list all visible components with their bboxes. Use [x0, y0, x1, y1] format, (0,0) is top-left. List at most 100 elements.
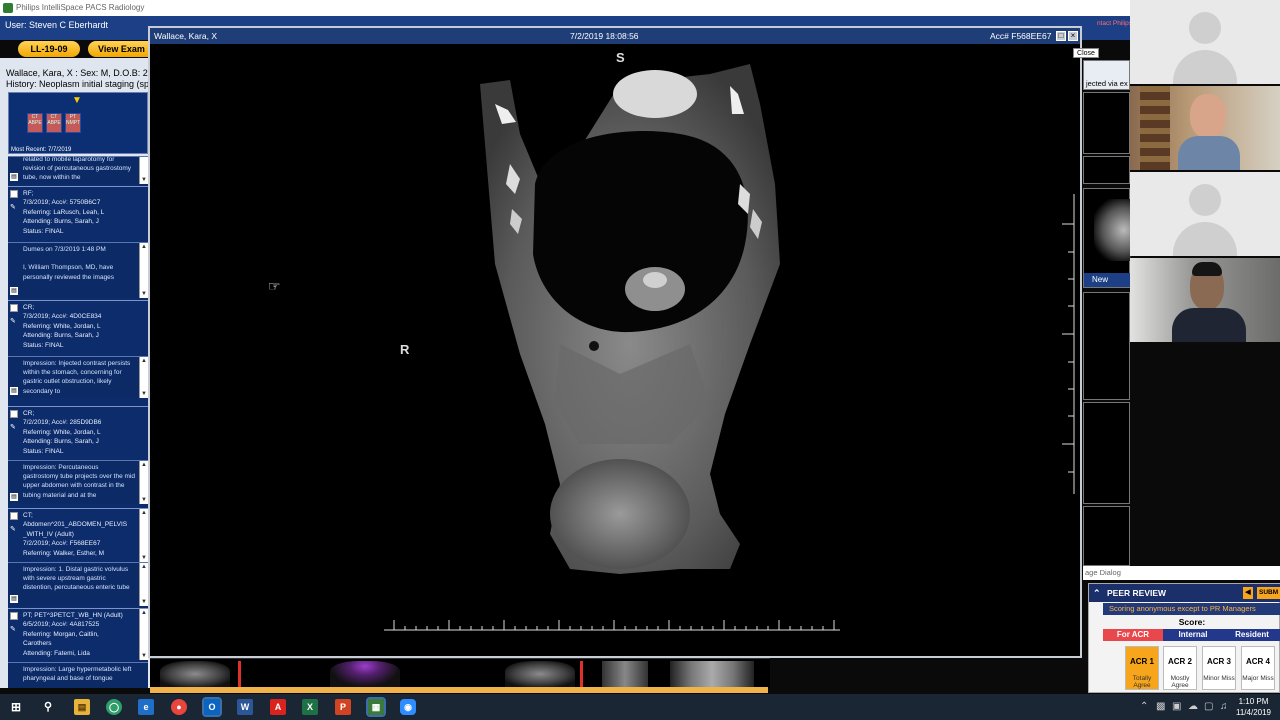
scrollbar[interactable]: ▲ ▼ — [139, 509, 148, 562]
ct-image-canvas[interactable]: S R ☞ — [150, 44, 1080, 656]
series-thumbnail[interactable] — [160, 661, 230, 687]
history-impression[interactable]: Impression: Injected contrast persists w… — [8, 356, 148, 398]
history-entry[interactable]: ✎ CR; 7/3/2019; Acc#: 4D0CE834 Referring… — [8, 300, 148, 349]
scrollbar[interactable]: ▲ ▼ — [139, 609, 148, 660]
hair — [1192, 262, 1222, 276]
report-icon[interactable]: ▤ — [10, 387, 18, 395]
right-thumbnail-pane[interactable]: New — [1083, 188, 1131, 288]
entry-checkbox[interactable] — [10, 410, 18, 418]
chrome-icon[interactable]: ● — [171, 699, 187, 715]
edit-pencil-icon[interactable]: ✎ — [10, 423, 18, 431]
history-impression[interactable]: Impression: Large hypermetabolic left ph… — [8, 662, 148, 688]
participant-tile[interactable] — [1130, 0, 1280, 84]
search-icon[interactable]: ⚲ — [40, 699, 56, 715]
app-title: Philips IntelliSpace PACS Radiology — [16, 3, 145, 12]
tray-cloud-icon[interactable]: ☁ — [1188, 701, 1198, 712]
current-exam-arrow-icon: ▼ — [72, 95, 82, 106]
timeline-exam-3[interactable]: PT NMPT — [65, 113, 81, 133]
history-entry[interactable]: ✎ RF; 7/3/2019; Acc#: 5750B6C7 Referring… — [8, 186, 148, 235]
entry-checkbox[interactable] — [10, 612, 18, 620]
pacs-app-icon[interactable]: ▦ — [366, 697, 386, 717]
zoom-icon[interactable]: ◉ — [400, 699, 416, 715]
report-icon[interactable]: ▤ — [10, 287, 18, 295]
globe-icon[interactable]: ◯ — [106, 699, 122, 715]
tab-internal[interactable]: Internal — [1163, 629, 1223, 641]
entry-checkbox[interactable] — [10, 512, 18, 520]
powerpoint-icon[interactable]: P — [335, 699, 351, 715]
participant-video[interactable] — [1130, 258, 1280, 342]
volume-icon[interactable]: ♫ — [1220, 701, 1228, 712]
edge-browser-icon[interactable]: e — [138, 699, 154, 715]
series-thumbnail[interactable] — [505, 661, 575, 687]
history-impression[interactable]: related to mobile laparotomy for revisio… — [8, 156, 148, 184]
series-thumbnail[interactable] — [670, 661, 754, 687]
participant-video[interactable] — [1130, 86, 1280, 170]
acrobat-icon[interactable]: A — [270, 699, 286, 715]
acr-2-button[interactable]: ACR 2 Mostly Agree — [1163, 646, 1197, 690]
report-icon[interactable]: ▤ — [10, 173, 18, 181]
tab-resident[interactable]: Resident — [1223, 629, 1280, 641]
viewer-title-bar[interactable]: Wallace, Kara, X 7/2/2019 18:08:56 Acc# … — [150, 28, 1080, 44]
tray-monitor-icon[interactable]: ▢ — [1204, 701, 1213, 712]
series-thumbnail[interactable] — [330, 661, 400, 687]
new-label: New — [1084, 273, 1130, 287]
edit-pencil-icon[interactable]: ✎ — [10, 317, 18, 325]
tray-network-icon[interactable]: ▣ — [1172, 701, 1181, 712]
entry-metadata: RF; 7/3/2019; Acc#: 5750B6C7 Referring: … — [23, 190, 105, 235]
edit-pencil-icon[interactable]: ✎ — [10, 625, 18, 633]
viewer-accession: Acc# F568EE67 — [990, 31, 1052, 41]
history-entry[interactable]: ✎ CR; 7/2/2019; Acc#: 285D9DB6 Referring… — [8, 406, 148, 455]
back-arrow-icon[interactable]: ◀ — [1243, 587, 1253, 599]
app-title-bar: Philips IntelliSpace PACS Radiology — [0, 0, 1130, 16]
tab-for-acr[interactable]: For ACR — [1103, 629, 1163, 641]
word-icon[interactable]: W — [237, 699, 253, 715]
exam-timeline: ▼ CT ABPE CT ABPE PT NMPT Most Recent: 7… — [8, 92, 148, 154]
scrollbar[interactable]: ▲ ▼ — [139, 243, 148, 298]
current-series-marker — [238, 661, 241, 687]
close-button-small[interactable]: Close — [1073, 48, 1099, 58]
dialog-label: age Dialog — [1085, 568, 1121, 577]
report-icon[interactable]: ▤ — [10, 595, 18, 603]
history-impression[interactable]: Impression: Percutaneous gastrostomy tub… — [8, 460, 148, 504]
edit-pencil-icon[interactable]: ✎ — [10, 203, 18, 211]
worklist-button[interactable]: LL-19-09 — [18, 41, 80, 57]
timeline-exam-2[interactable]: CT ABPE — [46, 113, 62, 133]
viewer-datetime: 7/2/2019 18:08:56 — [570, 31, 639, 41]
score-tabs: For ACR Internal Resident — [1103, 629, 1280, 641]
acr-description: Major Miss — [1242, 675, 1274, 682]
scrollbar[interactable]: ▼ — [139, 157, 148, 184]
history-impression[interactable]: Dumes on 7/3/2019 1:48 PM I, William Tho… — [8, 242, 148, 298]
outlook-icon[interactable]: O — [202, 697, 222, 717]
acr-1-button[interactable]: ACR 1 Totally Agree — [1125, 646, 1159, 690]
maximize-button[interactable]: □ — [1056, 31, 1066, 41]
history-entry[interactable]: ✎ PT; PET^3PETCT_WB_HN (Adult) 6/5/2019;… — [8, 608, 148, 660]
viewer-patient-name: Wallace, Kara, X — [154, 31, 217, 41]
excel-icon[interactable]: X — [302, 699, 318, 715]
scrollbar[interactable]: ▲ ▼ — [139, 461, 148, 504]
system-clock[interactable]: 1:10 PM 11/4/2019 — [1236, 696, 1271, 718]
acr-4-button[interactable]: ACR 4 Major Miss — [1241, 646, 1275, 690]
history-entry[interactable]: ✎ CT; Abdomen^201_ABDOMEN_PELVIS _WITH_I… — [8, 508, 148, 562]
avatar-body — [1173, 50, 1237, 84]
scrollbar[interactable]: ▲ ▼ — [139, 563, 148, 606]
close-button[interactable]: × — [1068, 31, 1078, 41]
peer-review-panel: ⌃ PEER REVIEW ◀ SUBM Scoring anonymous e… — [1088, 583, 1280, 693]
participant-tile[interactable] — [1130, 172, 1280, 256]
report-icon[interactable]: ▤ — [10, 493, 18, 501]
peer-review-title: PEER REVIEW — [1107, 588, 1167, 598]
windows-taskbar: ⊞ ⚲ ▤ ◯ e ● O W A X P ▦ ◉ ⌃ ▩ ▣ ☁ ▢ ♫ 1:… — [0, 694, 1280, 720]
history-impression[interactable]: Impression: 1. Distal gastric volvulus w… — [8, 562, 148, 606]
scrollbar[interactable]: ▲ ▼ — [139, 357, 148, 398]
series-thumbnail[interactable] — [602, 661, 648, 687]
edit-pencil-icon[interactable]: ✎ — [10, 525, 18, 533]
entry-checkbox[interactable] — [10, 304, 18, 312]
acr-3-button[interactable]: ACR 3 Minor Miss — [1202, 646, 1236, 690]
windows-start-icon[interactable]: ⊞ — [8, 699, 24, 715]
tray-app-icon[interactable]: ▩ — [1156, 701, 1165, 712]
file-explorer-icon[interactable]: ▤ — [74, 699, 90, 715]
tray-chevron-icon[interactable]: ⌃ — [1140, 701, 1148, 712]
collapse-chevron-icon[interactable]: ⌃ — [1093, 584, 1101, 602]
submit-button[interactable]: SUBM — [1257, 587, 1280, 599]
entry-checkbox[interactable] — [10, 190, 18, 198]
timeline-exam-1[interactable]: CT ABPE — [27, 113, 43, 133]
